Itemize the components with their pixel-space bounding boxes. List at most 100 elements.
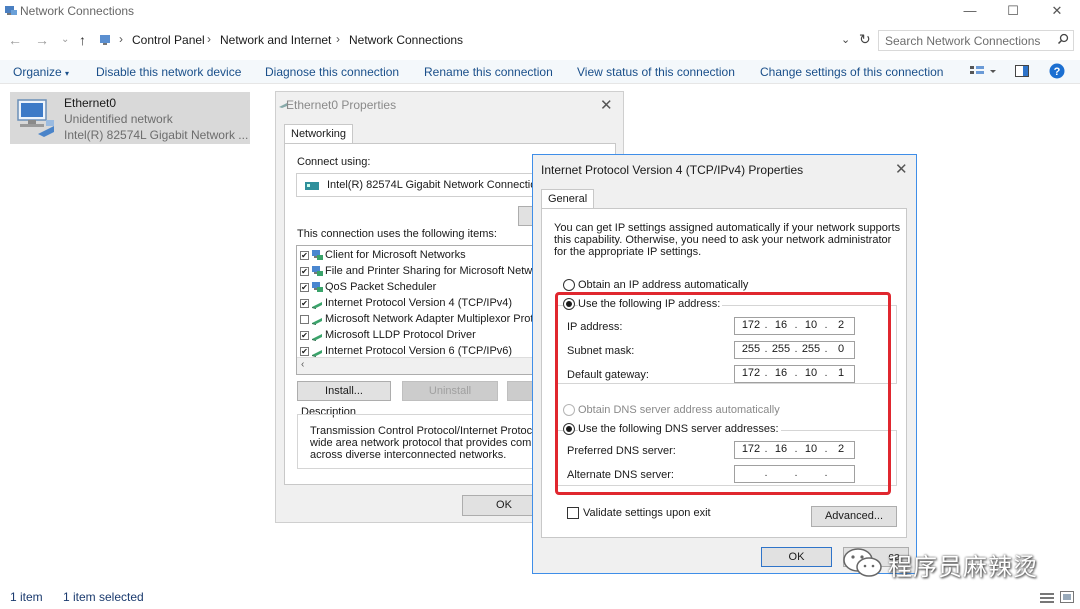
adapter-device: Intel(R) 82574L Gigabit Network ... — [64, 128, 249, 142]
protocol-icon — [311, 329, 323, 344]
watermark: 程序员麻辣烫 — [836, 545, 1056, 581]
control-panel-icon — [99, 33, 113, 50]
description-line: wide area network protocol that provides… — [310, 437, 547, 449]
refresh-icon[interactable]: ↻ — [859, 31, 871, 48]
qos-icon — [311, 281, 323, 296]
component-list-item[interactable]: ✔ File and Printer Sharing for Microsoft … — [297, 264, 535, 280]
protocol-icon — [311, 297, 323, 312]
search-placeholder: Search Network Connections — [885, 34, 1041, 48]
minimize-button[interactable]: — — [960, 2, 980, 20]
component-checkbox[interactable] — [300, 315, 309, 324]
install-button[interactable]: Install... — [297, 381, 391, 401]
breadcrumb-network-and-internet[interactable]: Network and Internet — [220, 33, 331, 47]
adapter-field-name: Intel(R) 82574L Gigabit Network Connecti… — [327, 179, 543, 191]
component-checkbox[interactable]: ✔ — [300, 331, 309, 340]
validate-label[interactable]: Validate settings upon exit — [583, 507, 711, 519]
adapter-name: Ethernet0 — [64, 96, 117, 110]
command-bar: Organize ▾ Disable this network device D… — [0, 60, 1080, 84]
intro-line: this capability. Otherwise, you need to … — [554, 234, 892, 246]
highlight-box — [555, 292, 891, 495]
file-sharing-icon — [311, 265, 323, 280]
description-group: Transmission Control Protocol/Internet P… — [297, 414, 553, 469]
selected-count: 1 item selected — [63, 590, 144, 604]
view-options-icon[interactable] — [970, 65, 996, 82]
diagnose-connection-button[interactable]: Diagnose this connection — [265, 65, 399, 79]
component-checkbox[interactable]: ✔ — [300, 251, 309, 260]
search-input[interactable]: Search Network Connections — [878, 30, 1074, 51]
tab-networking[interactable]: Networking — [284, 124, 354, 143]
status-bar: 1 item 1 item selected — [0, 588, 1080, 609]
breadcrumb-separator: › — [119, 32, 123, 46]
help-icon[interactable]: ? — [1049, 63, 1065, 82]
breadcrumb-separator: › — [336, 32, 340, 46]
component-list-item[interactable]: ✔ Microsoft LLDP Protocol Driver — [297, 328, 535, 344]
component-label: File and Printer Sharing for Microsoft N… — [325, 265, 536, 277]
validate-checkbox[interactable] — [567, 507, 579, 519]
ethernet0-connection-item[interactable]: Ethernet0 Unidentified network Intel(R) … — [10, 92, 250, 144]
auto-ip-label[interactable]: Obtain an IP address automatically — [578, 279, 748, 291]
component-checkbox[interactable]: ✔ — [300, 299, 309, 308]
item-count: 1 item — [10, 590, 43, 604]
component-list-item[interactable]: ✔ Internet Protocol Version 4 (TCP/IPv4) — [297, 296, 535, 312]
maximize-button[interactable]: ☐ — [1003, 2, 1023, 20]
dialog-title: Ethernet0 Properties — [286, 98, 397, 112]
up-arrow-icon[interactable]: ↑ — [79, 32, 86, 48]
large-icons-view-icon[interactable] — [1060, 591, 1074, 606]
breadcrumb-separator: › — [207, 32, 211, 46]
view-status-button[interactable]: View status of this connection — [577, 65, 735, 79]
network-connections-icon — [4, 4, 18, 21]
component-list-item[interactable]: ✔ QoS Packet Scheduler — [297, 280, 535, 296]
breadcrumb-network-connections[interactable]: Network Connections — [349, 33, 463, 47]
address-bar: ← → ⌄ ↑ › Control Panel › Network and In… — [0, 28, 1080, 54]
adapter-status: Unidentified network — [64, 112, 173, 126]
protocol-icon — [311, 313, 323, 328]
rename-connection-button[interactable]: Rename this connection — [424, 65, 553, 79]
tab-general[interactable]: General — [541, 189, 595, 208]
component-list-item[interactable]: ✔ Client for Microsoft Networks — [297, 248, 535, 264]
back-arrow-icon[interactable]: ← — [8, 32, 22, 48]
watermark-text: 程序员麻辣烫 — [888, 554, 1038, 581]
forward-arrow-icon[interactable]: → — [35, 32, 49, 48]
components-list: ✔ Client for Microsoft Networks ✔ File and … — [296, 245, 536, 375]
ok-button[interactable]: OK — [761, 547, 832, 567]
window-title: Network Connections — [20, 4, 135, 18]
auto-ip-radio[interactable] — [563, 279, 575, 291]
recent-locations-chevron-icon[interactable]: ⌄ — [61, 34, 69, 45]
close-button[interactable]: ✕ — [1047, 2, 1067, 20]
nic-icon — [305, 180, 319, 194]
organize-menu[interactable]: Organize ▾ — [13, 65, 69, 79]
wechat-logo-icon — [840, 545, 884, 584]
scroll-left-icon[interactable]: ‹ — [301, 359, 304, 370]
svg-text:?: ? — [1054, 66, 1061, 78]
component-label: Microsoft LLDP Protocol Driver — [325, 329, 476, 341]
dialog-close-icon[interactable]: ✕ — [600, 96, 613, 114]
network-adapter-icon — [14, 96, 58, 143]
dialog-title: Internet Protocol Version 4 (TCP/IPv4) P… — [541, 163, 804, 177]
details-view-icon[interactable] — [1040, 592, 1054, 607]
component-label: Internet Protocol Version 4 (TCP/IPv4) — [325, 297, 513, 309]
component-label: Internet Protocol Version 6 (TCP/IPv6) — [325, 345, 513, 357]
intro-line: for the appropriate IP settings. — [554, 246, 702, 258]
client-icon — [311, 249, 323, 264]
breadcrumb-control-panel[interactable]: Control Panel — [132, 33, 205, 47]
component-checkbox[interactable]: ✔ — [300, 267, 309, 276]
disable-device-button[interactable]: Disable this network device — [96, 65, 241, 79]
horizontal-scrollbar[interactable]: ‹ — [297, 357, 535, 374]
component-checkbox[interactable]: ✔ — [300, 283, 309, 292]
advanced-button[interactable]: Advanced... — [811, 506, 897, 527]
adapter-field: Intel(R) 82574L Gigabit Network Connecti… — [296, 173, 546, 197]
uninstall-button: Uninstall — [402, 381, 498, 401]
component-label: Client for Microsoft Networks — [325, 249, 466, 261]
component-checkbox[interactable]: ✔ — [300, 347, 309, 356]
title-bar: Network Connections — ☐ ✕ — [0, 0, 1080, 24]
dialog-close-icon[interactable]: ✕ — [895, 160, 908, 178]
change-settings-button[interactable]: Change settings of this connection — [760, 65, 943, 79]
intro-line: You can get IP settings assigned automat… — [554, 222, 901, 234]
description-line: across diverse interconnected networks. — [310, 449, 507, 461]
address-dropdown-chevron-icon[interactable]: ⌄ — [841, 33, 850, 46]
search-icon[interactable] — [1057, 33, 1069, 48]
component-list-item[interactable]: Microsoft Network Adapter Multiplexor Pr… — [297, 312, 535, 328]
component-label: QoS Packet Scheduler — [325, 281, 437, 293]
preview-pane-icon[interactable] — [1015, 65, 1029, 80]
description-line: Transmission Control Protocol/Internet P… — [310, 425, 554, 437]
